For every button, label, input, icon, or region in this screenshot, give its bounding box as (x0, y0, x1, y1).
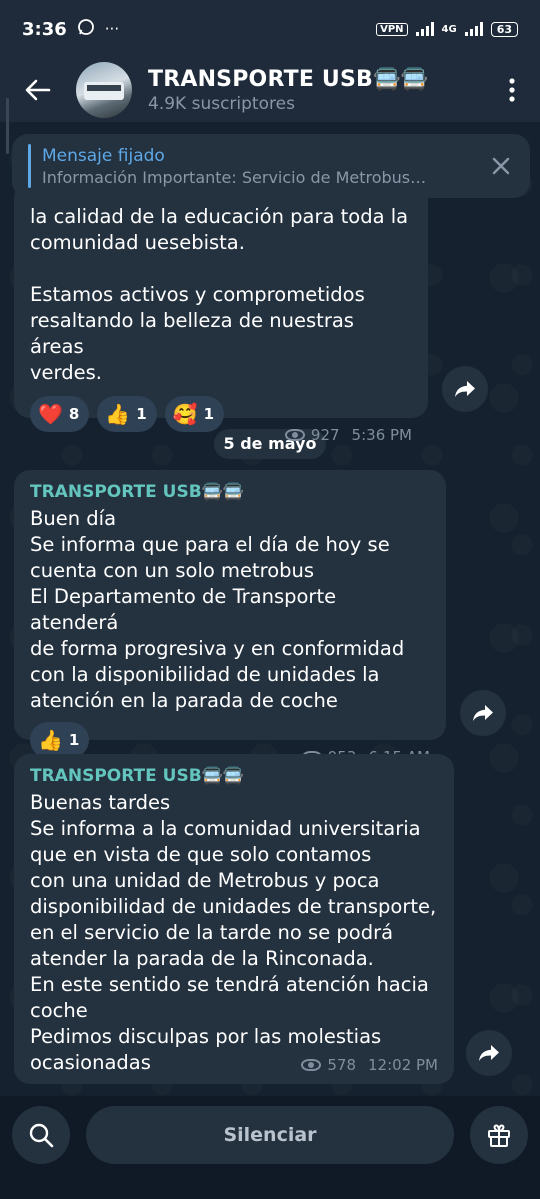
share-arrow-icon (479, 1045, 499, 1061)
wifi-signal-icon (415, 22, 434, 36)
heart-icon: ❤️ (38, 402, 63, 426)
gift-icon (488, 1124, 510, 1147)
pinned-preview: Información Importante: Servicio de Metr… (42, 167, 427, 187)
search-button[interactable] (12, 1106, 70, 1164)
status-time: 3:36 (22, 18, 67, 40)
cell-signal-icon (464, 22, 483, 36)
reaction-count: 1 (68, 731, 80, 749)
status-bar: 3:36 ··· VPN 4G 63 (0, 0, 540, 58)
message-text: la calidad de la educación para toda la … (30, 205, 409, 384)
mute-button[interactable]: Silenciar (86, 1106, 454, 1164)
reaction-smiling-hearts[interactable]: 🥰 1 (164, 396, 225, 432)
reaction-heart[interactable]: ❤️ 8 (30, 396, 90, 432)
close-pinned-button[interactable] (472, 134, 530, 198)
share-button[interactable] (466, 1030, 512, 1076)
channel-info[interactable]: TRANSPORTE USB🚍🚍 4.9K suscriptores (148, 67, 492, 114)
views-icon (284, 429, 305, 441)
network-type: 4G (441, 23, 457, 35)
scrollbar[interactable] (6, 98, 9, 154)
back-button[interactable] (0, 58, 76, 122)
share-button[interactable] (442, 366, 488, 412)
message-author[interactable]: TRANSPORTE USB🚍🚍 (30, 766, 438, 786)
message-bubble[interactable]: TRANSPORTE USB🚍🚍 Buen día Se informa que… (14, 470, 446, 766)
share-arrow-icon (455, 381, 475, 397)
gift-button[interactable] (470, 1106, 528, 1164)
vpn-icon: VPN (376, 22, 408, 36)
battery-icon: 63 (490, 21, 518, 37)
message-time: 5:36 PM (351, 426, 412, 444)
message-author[interactable]: TRANSPORTE USB🚍🚍 (30, 482, 430, 502)
views-icon (301, 1059, 322, 1071)
message-text: Buen día Se informa que para el día de h… (30, 507, 405, 712)
message-meta: 927 5:36 PM (30, 426, 412, 444)
pinned-indicator (28, 144, 31, 188)
reaction-thumbs-up[interactable]: 👍 1 (97, 396, 157, 432)
reaction-count: 8 (68, 405, 80, 423)
view-count: 578 (327, 1056, 357, 1074)
channel-avatar[interactable] (76, 62, 132, 118)
message-time: 12:02 PM (368, 1056, 438, 1074)
message-bubble[interactable]: la calidad de la educación para toda la … (14, 182, 428, 444)
message-text: Buenas tardes Se informa a la comunidad … (30, 791, 437, 1074)
more-notifications-icon: ··· (104, 20, 120, 38)
pinned-title: Mensaje fijado (42, 145, 165, 166)
smiling-hearts-icon: 🥰 (172, 402, 198, 426)
back-arrow-icon (25, 79, 51, 101)
subscriber-count: 4.9K suscriptores (148, 93, 295, 114)
reaction-count: 1 (203, 405, 215, 423)
thumbs-up-icon: 👍 (105, 402, 131, 426)
share-button[interactable] (460, 690, 506, 736)
vertical-dots-icon (509, 78, 515, 102)
close-icon (492, 157, 510, 175)
more-options-button[interactable] (492, 58, 532, 122)
reaction-count: 1 (136, 405, 147, 423)
channel-title: TRANSPORTE USB🚍🚍 (148, 66, 429, 92)
reaction-thumbs-up[interactable]: 👍 1 (30, 722, 90, 758)
pinned-message-bar[interactable]: Mensaje fijado Información Importante: S… (12, 134, 530, 198)
share-arrow-icon (473, 705, 493, 721)
search-icon (29, 1123, 54, 1148)
view-count: 927 (310, 426, 340, 444)
thumbs-up-icon: 👍 (38, 728, 63, 752)
message-bubble[interactable]: TRANSPORTE USB🚍🚍 Buenas tardes Se inform… (14, 754, 454, 1084)
chat-header: TRANSPORTE USB🚍🚍 4.9K suscriptores (0, 58, 540, 122)
whatsapp-icon (77, 18, 95, 40)
